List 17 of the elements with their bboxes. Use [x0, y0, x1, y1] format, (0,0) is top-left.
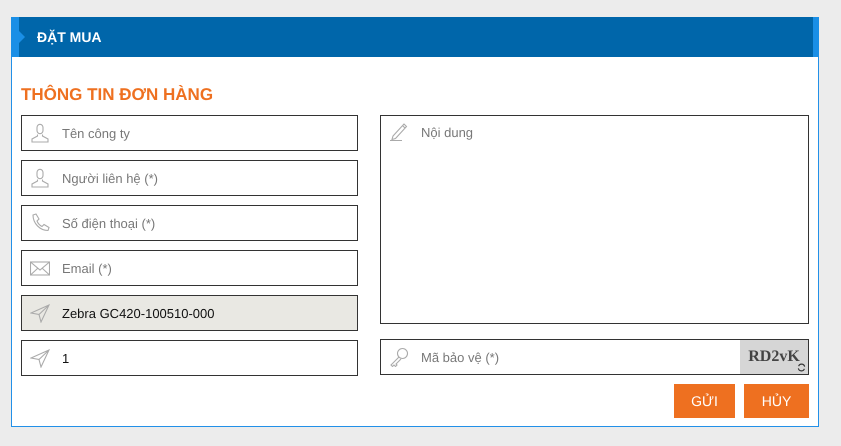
pencil-icon — [389, 121, 409, 141]
captcha-code: RD2vK — [748, 348, 800, 366]
input-field[interactable]: Email (*) — [21, 250, 358, 286]
send-icon — [30, 303, 50, 323]
message-field[interactable]: Nội dung — [380, 115, 809, 324]
send-icon — [30, 348, 50, 368]
phone-icon — [30, 213, 50, 233]
input-field[interactable]: Số điện thoại (*) — [21, 205, 358, 241]
input-field[interactable]: Tên công ty — [21, 115, 358, 151]
key-icon — [389, 347, 409, 367]
input-field[interactable]: Người liên hệ (*) — [21, 160, 358, 196]
person-icon — [30, 168, 50, 188]
panel-title: ĐẶT MUA — [37, 29, 102, 45]
refresh-icon[interactable] — [797, 363, 806, 372]
person-icon — [30, 123, 50, 143]
input-field[interactable]: 1 — [21, 340, 358, 376]
section-title: THÔNG TIN ĐƠN HÀNG — [21, 84, 214, 106]
